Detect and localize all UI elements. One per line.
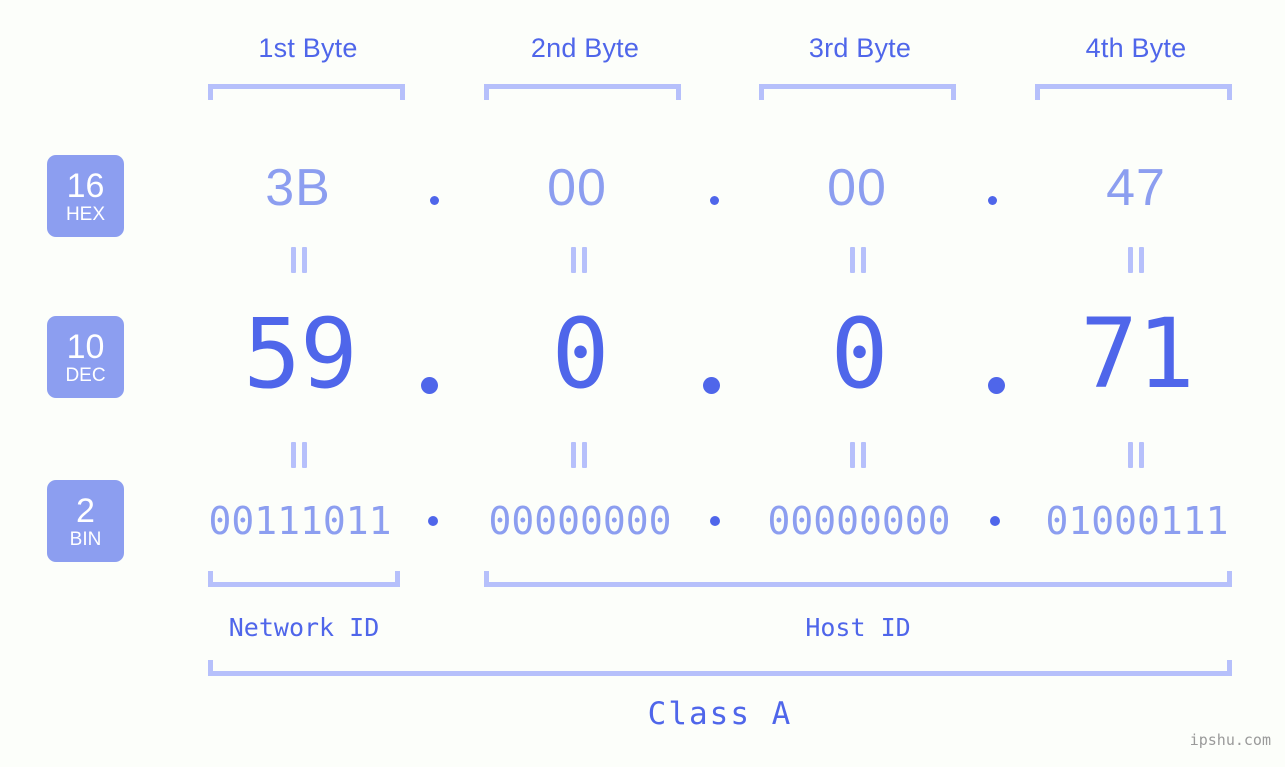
hex-value-byte-2: 00 bbox=[547, 159, 607, 217]
bin-separator-dot-2 bbox=[710, 516, 720, 526]
hex-separator-dot-3 bbox=[988, 196, 997, 205]
badge-dec-number: 10 bbox=[66, 327, 105, 366]
dec-value-byte-4: 71 bbox=[1080, 298, 1195, 410]
badge-dec-label: DEC bbox=[65, 364, 106, 386]
bin-value-byte-3: 00000000 bbox=[767, 499, 951, 543]
class-label: Class A bbox=[647, 696, 793, 732]
equals-icon-hex-dec-4 bbox=[1125, 247, 1147, 273]
equals-icon-hex-dec-1 bbox=[288, 247, 310, 273]
hex-separator-dot-1 bbox=[430, 196, 439, 205]
badge-hex-number: 16 bbox=[66, 166, 105, 205]
equals-icon-dec-bin-3 bbox=[847, 442, 869, 468]
class-bracket bbox=[208, 660, 1232, 676]
dec-separator-dot-1 bbox=[421, 377, 438, 394]
watermark: ipshu.com bbox=[1189, 731, 1271, 749]
byte-header-1: 1st Byte bbox=[258, 33, 358, 63]
dec-separator-dot-3 bbox=[988, 377, 1005, 394]
equals-icon-hex-dec-2 bbox=[568, 247, 590, 273]
badge-hex: 16 HEX bbox=[47, 155, 124, 237]
byte-header-3: 3rd Byte bbox=[808, 33, 912, 63]
byte-bracket-top-3 bbox=[759, 84, 956, 100]
hex-value-byte-1: 3B bbox=[265, 159, 331, 217]
network-id-bracket bbox=[208, 571, 400, 587]
dec-value-byte-3: 0 bbox=[830, 298, 889, 410]
bin-value-byte-2: 00000000 bbox=[488, 499, 672, 543]
dec-value-byte-2: 0 bbox=[551, 298, 610, 410]
byte-header-4: 4th Byte bbox=[1085, 33, 1187, 63]
diagram-canvas: 1st Byte 2nd Byte 3rd Byte 4th Byte 16 H… bbox=[0, 0, 1285, 767]
byte-bracket-top-1 bbox=[208, 84, 405, 100]
dec-separator-dot-2 bbox=[703, 377, 720, 394]
equals-icon-hex-dec-3 bbox=[847, 247, 869, 273]
badge-bin-number: 2 bbox=[76, 491, 95, 530]
bin-separator-dot-3 bbox=[990, 516, 1000, 526]
badge-bin: 2 BIN bbox=[47, 480, 124, 562]
byte-bracket-top-4 bbox=[1035, 84, 1232, 100]
byte-bracket-top-2 bbox=[484, 84, 681, 100]
byte-header-2: 2nd Byte bbox=[530, 33, 640, 63]
bin-value-byte-1: 00111011 bbox=[208, 499, 392, 543]
hex-value-byte-3: 00 bbox=[827, 159, 887, 217]
badge-hex-label: HEX bbox=[65, 203, 106, 225]
hex-value-byte-4: 47 bbox=[1106, 159, 1166, 217]
hex-separator-dot-2 bbox=[710, 196, 719, 205]
host-id-bracket bbox=[484, 571, 1232, 587]
badge-bin-label: BIN bbox=[69, 528, 102, 550]
bin-value-byte-4: 01000111 bbox=[1045, 499, 1229, 543]
badge-dec: 10 DEC bbox=[47, 316, 124, 398]
host-id-label: Host ID bbox=[805, 613, 911, 642]
dec-value-byte-1: 59 bbox=[243, 298, 358, 410]
bin-separator-dot-1 bbox=[428, 516, 438, 526]
equals-icon-dec-bin-2 bbox=[568, 442, 590, 468]
network-id-label: Network ID bbox=[228, 613, 380, 642]
equals-icon-dec-bin-1 bbox=[288, 442, 310, 468]
equals-icon-dec-bin-4 bbox=[1125, 442, 1147, 468]
